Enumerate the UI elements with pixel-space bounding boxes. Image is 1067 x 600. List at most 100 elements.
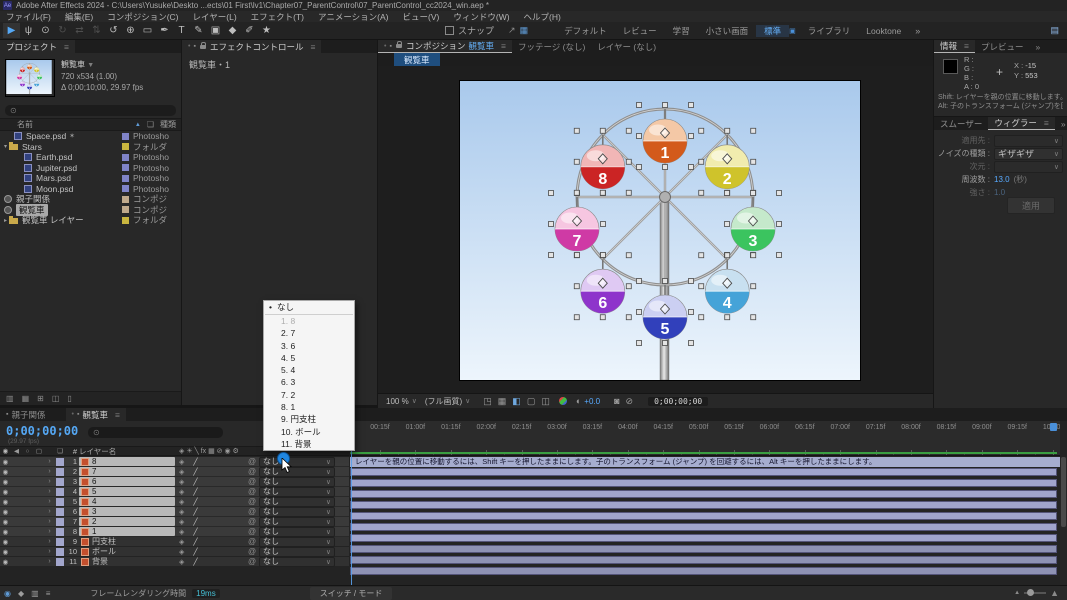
layer-duration-bar[interactable] xyxy=(350,545,1057,553)
layer-row[interactable]: ◉›45◈╱@なし∨ xyxy=(0,487,349,497)
collapse-switch-icon[interactable]: ╱ xyxy=(193,468,197,476)
layer-name-cell[interactable]: 4 xyxy=(79,497,175,506)
orbit-camera-tool-icon[interactable]: ↻ xyxy=(54,23,71,38)
collapse-switch-icon[interactable]: ╱ xyxy=(193,458,197,466)
expanded-arrow-icon[interactable]: ▾ xyxy=(4,143,7,150)
project-item-name[interactable]: Moon.psd xyxy=(36,184,73,194)
label-color-swatch[interactable] xyxy=(122,133,129,140)
layer-bar-row[interactable] xyxy=(350,567,1060,577)
label-color-swatch[interactable] xyxy=(122,196,129,203)
collapsed-arrow-icon[interactable]: ▸ xyxy=(4,217,7,224)
workspace-学習[interactable]: 学習 xyxy=(665,25,698,37)
tab-info[interactable]: 情報 ≡ xyxy=(934,40,975,53)
layer-name-column-header[interactable]: レイヤー名 xyxy=(79,446,175,457)
viewer-timecode[interactable]: 0;00;00;00 xyxy=(648,397,708,406)
collapse-switch-icon[interactable]: ╱ xyxy=(193,558,197,566)
tab-preview[interactable]: プレビュー xyxy=(975,40,1030,53)
zoom-out-mountain-icon[interactable]: ▲ xyxy=(1014,590,1020,596)
clone-stamp-tool-icon[interactable]: ▣ xyxy=(207,23,224,38)
layer-label-swatch[interactable] xyxy=(54,458,66,466)
bit-depth-icon[interactable]: ▦ xyxy=(22,394,30,403)
dropdown-item[interactable]: 2. 7 xyxy=(264,327,354,339)
quality-switch-icon[interactable]: ◈ xyxy=(179,528,184,536)
menu-h[interactable]: ヘルプ(H) xyxy=(524,11,561,23)
lock-column-icon[interactable]: ▢ xyxy=(33,447,45,455)
layer-label-swatch[interactable] xyxy=(54,518,66,526)
project-search-input[interactable]: ⊙ xyxy=(5,105,176,116)
parent-pickwhip-icon[interactable]: @ xyxy=(245,507,259,516)
audio-column-icon[interactable]: ◀ xyxy=(11,447,22,455)
selection-tool-icon[interactable]: ▶ xyxy=(3,23,20,38)
shape-tool-icon[interactable]: ▭ xyxy=(139,23,156,38)
sort-ascending-icon[interactable]: ▲ xyxy=(135,122,141,128)
layer-duration-bar[interactable] xyxy=(350,556,1057,564)
layer-switches[interactable]: ◈╱ xyxy=(175,488,245,496)
layer-duration-bar[interactable] xyxy=(350,501,1057,509)
expand-layer-arrow[interactable]: › xyxy=(45,518,54,525)
menu-f[interactable]: ファイル(F) xyxy=(6,11,51,23)
video-visibility-toggle[interactable]: ◉ xyxy=(0,478,11,486)
layer-label-swatch[interactable] xyxy=(54,538,66,546)
lock-panel-icon[interactable] xyxy=(200,45,206,49)
time-ruler[interactable]: 00:15f01:00f01:15f02:00f02:15f03:00f03:1… xyxy=(350,421,1060,456)
panel-menu-icon[interactable]: ≡ xyxy=(310,42,315,52)
timeline-zoom-slider[interactable] xyxy=(1024,592,1046,594)
pan-behind-tool-icon[interactable]: ⊕ xyxy=(122,23,139,38)
video-visibility-toggle[interactable]: ◉ xyxy=(0,498,11,506)
collapse-switch-icon[interactable]: ╱ xyxy=(193,518,197,526)
quality-switch-icon[interactable]: ◈ xyxy=(179,538,184,546)
layer-row[interactable]: ◉›27◈╱@なし∨ xyxy=(0,467,349,477)
tab-timeline-wheel-comp[interactable]: • ▪ 観覧車 ≡ xyxy=(66,408,126,421)
layer-name-cell[interactable]: 5 xyxy=(79,487,175,496)
workspace-標準[interactable]: 標準 xyxy=(756,25,789,37)
parent-select[interactable]: なし∨ xyxy=(259,507,335,517)
parent-select[interactable]: なし∨ xyxy=(259,467,335,477)
solo-column-icon[interactable]: ○ xyxy=(22,448,33,455)
project-item-name[interactable]: Earth.psd xyxy=(36,152,72,162)
collapse-switch-icon[interactable]: ╱ xyxy=(193,488,197,496)
project-item-name[interactable]: Mars.psd xyxy=(36,173,71,183)
layer-label-swatch[interactable] xyxy=(54,478,66,486)
layer-bar-row[interactable] xyxy=(350,545,1060,555)
parent-select[interactable]: なし∨ xyxy=(259,527,335,537)
parent-select[interactable]: なし∨ xyxy=(259,487,335,497)
layer-bar-row[interactable] xyxy=(350,534,1060,544)
switches-column-icons[interactable]: ◈ ☀ ╲ fx ▦ ⊘ ◉ ⚙ xyxy=(175,447,245,455)
layer-bar-row[interactable] xyxy=(350,468,1060,478)
delete-item-icon[interactable]: ▯ xyxy=(67,394,71,403)
quality-switch-icon[interactable]: ◈ xyxy=(179,498,184,506)
quality-switch-icon[interactable]: ◈ xyxy=(179,508,184,516)
layer-row[interactable]: ◉›63◈╱@なし∨ xyxy=(0,507,349,517)
project-item[interactable]: ▾Starsフォルダ xyxy=(0,142,181,153)
project-item[interactable]: Earth.psdPhotosho xyxy=(0,152,181,163)
resolution-select[interactable]: (フル画質) xyxy=(425,396,462,407)
composition-viewer[interactable]: 12345678 xyxy=(378,66,933,393)
quality-switch-icon[interactable]: ◈ xyxy=(179,458,184,466)
quality-switch-icon[interactable]: ◈ xyxy=(179,548,184,556)
parent-select[interactable]: なし∨ xyxy=(259,517,335,527)
layer-switches[interactable]: ◈╱ xyxy=(175,558,245,566)
tab-composition[interactable]: • ▪ コンポジション 観覧車 ≡ xyxy=(378,40,512,53)
expand-layer-arrow[interactable]: › xyxy=(45,498,54,505)
exposure-reset-icon[interactable]: ◐ xyxy=(576,396,581,406)
tab-layer[interactable]: レイヤー (なし) xyxy=(591,40,662,53)
project-item-name[interactable]: Stars xyxy=(22,142,42,152)
menu-v[interactable]: ビュー(V) xyxy=(403,11,440,23)
label-color-swatch[interactable] xyxy=(122,206,129,213)
rotation-tool-icon[interactable]: ↺ xyxy=(105,23,122,38)
snap-checkbox[interactable] xyxy=(445,26,454,35)
dropdown-item[interactable]: 5. 4 xyxy=(264,364,354,376)
parent-pickwhip-icon[interactable]: @ xyxy=(245,467,259,476)
layer-label-swatch[interactable] xyxy=(54,468,66,476)
mask-visibility-icon[interactable]: ▦ xyxy=(498,396,507,407)
quality-switch-icon[interactable]: ◈ xyxy=(179,518,184,526)
label-color-swatch[interactable] xyxy=(122,143,129,150)
parent-select[interactable]: なし∨ xyxy=(259,557,335,567)
panel-menu-icon[interactable]: ≡ xyxy=(964,41,969,51)
collapse-switch-icon[interactable]: ╱ xyxy=(193,528,197,536)
parent-pickwhip-icon[interactable]: @ xyxy=(245,537,259,546)
column-name-header[interactable]: 名前 xyxy=(17,119,33,130)
project-item[interactable]: Jupiter.psdPhotosho xyxy=(0,163,181,174)
zoom-tool-icon[interactable]: ⊙ xyxy=(37,23,54,38)
project-item-name[interactable]: Jupiter.psd xyxy=(36,163,77,173)
